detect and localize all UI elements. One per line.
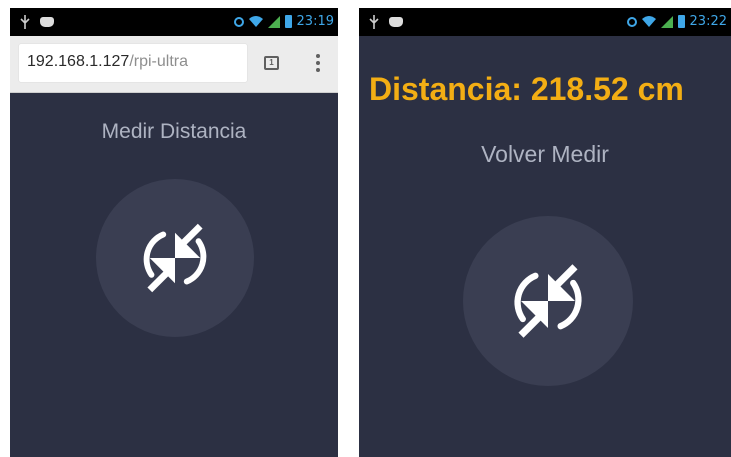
measure-again-button[interactable] <box>463 216 633 386</box>
left-phone-screen: 23:19 192.168.1.127/rpi-ultra 1 Medir Di… <box>10 8 338 457</box>
status-time: 23:22 <box>689 14 727 29</box>
wifi-icon <box>641 16 656 27</box>
alarm-icon <box>233 16 244 27</box>
url-host: 192.168.1.127 <box>27 53 130 70</box>
distance-readout: Distancia: 218.52 cm <box>369 71 684 107</box>
right-phone-screen: 23:22 Distancia: 218.52 cm Volver Medir <box>359 8 731 457</box>
signal-icon <box>267 15 280 28</box>
alarm-icon <box>626 16 637 27</box>
bbm-icon <box>389 17 403 27</box>
signal-icon <box>660 15 673 28</box>
usb-icon <box>20 15 30 29</box>
bbm-icon <box>40 17 54 27</box>
wifi-icon <box>248 16 263 27</box>
status-bar: 23:19 <box>10 8 338 36</box>
sync-arrows-icon <box>133 216 217 300</box>
measure-button[interactable] <box>96 179 254 337</box>
address-bar[interactable]: 192.168.1.127/rpi-ultra <box>19 44 247 82</box>
browser-toolbar: 192.168.1.127/rpi-ultra 1 <box>10 36 338 93</box>
battery-icon <box>677 15 685 28</box>
url-path: /rpi-ultra <box>129 53 189 70</box>
sync-arrows-icon <box>503 256 593 346</box>
tabs-icon[interactable]: 1 <box>264 56 279 70</box>
battery-icon <box>284 15 292 28</box>
status-bar: 23:22 <box>359 8 731 36</box>
overflow-menu-icon[interactable] <box>315 54 321 74</box>
measure-again-label: Volver Medir <box>481 141 609 167</box>
usb-icon <box>369 15 379 29</box>
measure-label: Medir Distancia <box>101 120 247 143</box>
status-time: 23:19 <box>296 14 334 29</box>
